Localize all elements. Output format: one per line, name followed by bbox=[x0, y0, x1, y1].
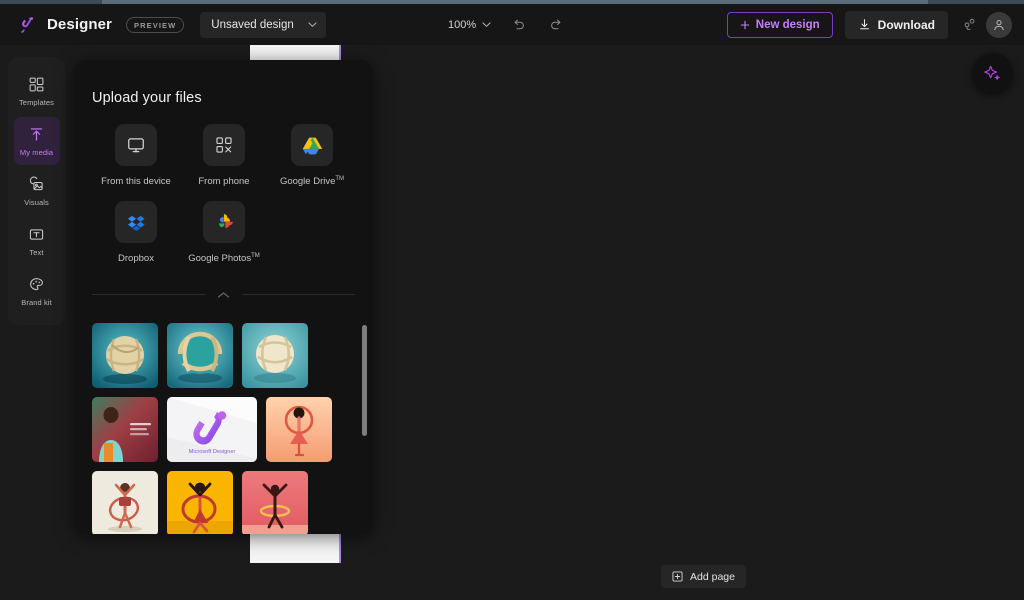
share-button[interactable] bbox=[956, 12, 982, 38]
undo-icon bbox=[514, 19, 524, 30]
sidebar-item-label: Brand kit bbox=[21, 297, 52, 307]
templates-grid-icon bbox=[29, 77, 44, 91]
media-thumbnail-yarn-ball-teal-1[interactable] bbox=[92, 323, 158, 388]
media-thumbnail-hoop-dancer-pink[interactable] bbox=[242, 471, 308, 534]
sidebar-item-label: Text bbox=[29, 247, 44, 257]
download-icon bbox=[859, 19, 869, 30]
media-thumbnail-hoop-dancer-cream[interactable] bbox=[92, 471, 158, 534]
design-name-dropdown[interactable]: Unsaved design bbox=[200, 11, 326, 38]
sidebar-item-my-media[interactable]: My media bbox=[13, 117, 60, 165]
upload-options-grid: From this device From phone Google Drive… bbox=[92, 124, 362, 278]
left-nav-rail: Templates My media Visuals Text Brand ki… bbox=[8, 57, 65, 325]
brand: Designer PREVIEW bbox=[18, 15, 185, 35]
upload-arrow-icon bbox=[30, 127, 43, 141]
upload-option-label: Google PhotosTM bbox=[188, 253, 260, 265]
collapse-uploads-button[interactable] bbox=[205, 288, 242, 303]
zoom-level-label: 100% bbox=[448, 18, 477, 31]
undo-button[interactable] bbox=[507, 14, 529, 36]
sidebar-item-label: Visuals bbox=[24, 197, 49, 207]
designer-logo-icon bbox=[18, 15, 38, 35]
chevron-down-icon bbox=[308, 22, 317, 27]
ai-sparkle-icon bbox=[983, 65, 1000, 81]
upload-option-label: Google DriveTM bbox=[279, 176, 345, 188]
bottom-bar bbox=[0, 563, 1024, 600]
add-page-button[interactable]: Add page bbox=[661, 565, 746, 588]
design-name-label: Unsaved design bbox=[211, 18, 294, 31]
panel-divider bbox=[92, 288, 355, 303]
my-media-panel: Upload your files From this device From … bbox=[74, 60, 373, 534]
preview-badge: PREVIEW bbox=[126, 16, 185, 33]
ai-assistant-button[interactable] bbox=[972, 53, 1013, 94]
media-thumbnails-grid: Microsoft Designer bbox=[74, 323, 373, 534]
designer-app-window: Designer PREVIEW Unsaved design 100% New… bbox=[0, 0, 1024, 600]
sidebar-item-visuals[interactable]: Visuals bbox=[14, 167, 60, 215]
media-thumbnail-microsoft-designer-logo[interactable]: Microsoft Designer bbox=[167, 397, 257, 462]
palette-icon bbox=[30, 277, 43, 290]
upload-option-label: From this device bbox=[101, 176, 171, 187]
sidebar-item-templates[interactable]: Templates bbox=[14, 67, 60, 115]
account-avatar-icon bbox=[994, 19, 1004, 30]
share-icon bbox=[964, 18, 974, 30]
google-photos-icon bbox=[203, 201, 245, 244]
upload-dropbox[interactable]: Dropbox bbox=[92, 201, 180, 264]
qr-code-icon bbox=[203, 124, 245, 166]
text-box-icon bbox=[29, 228, 44, 240]
top-right-actions: New design Download bbox=[726, 4, 1012, 45]
upload-option-label: From phone bbox=[198, 176, 250, 187]
dropbox-icon bbox=[115, 201, 157, 244]
account-button[interactable] bbox=[986, 11, 1012, 38]
media-thumbnail-person-gradient-card[interactable] bbox=[92, 397, 158, 462]
redo-button[interactable] bbox=[545, 14, 567, 36]
sidebar-item-text[interactable]: Text bbox=[14, 217, 60, 265]
redo-icon bbox=[550, 19, 561, 30]
upload-google-drive[interactable]: Google DriveTM bbox=[268, 124, 356, 187]
zoom-level-dropdown[interactable]: 100% bbox=[448, 19, 491, 31]
brand-name: Designer bbox=[47, 16, 112, 33]
chevron-up-icon bbox=[217, 292, 230, 298]
panel-title: Upload your files bbox=[92, 90, 202, 106]
zoom-controls: 100% bbox=[448, 4, 567, 45]
sidebar-item-label: Templates bbox=[18, 97, 55, 107]
new-design-button[interactable]: New design bbox=[726, 11, 833, 38]
upload-google-photos[interactable]: Google PhotosTM bbox=[180, 201, 268, 264]
media-thumbnail-yarn-ball-teal-2[interactable] bbox=[167, 323, 233, 388]
media-thumbnail-hoop-dancer-yellow[interactable] bbox=[167, 471, 233, 534]
media-thumbnails-scroll-area[interactable]: Microsoft Designer bbox=[74, 323, 373, 534]
media-thumbnail-ballerina-peach[interactable] bbox=[266, 397, 332, 462]
plus-square-icon bbox=[672, 571, 683, 582]
upload-from-phone[interactable]: From phone bbox=[180, 124, 268, 187]
add-page-label: Add page bbox=[690, 570, 735, 583]
plus-icon bbox=[740, 20, 750, 29]
upload-option-label: Dropbox bbox=[118, 253, 154, 265]
chevron-down-icon bbox=[482, 22, 491, 27]
sidebar-item-brand-kit[interactable]: Brand kit bbox=[14, 267, 60, 315]
thumbnail-caption: Microsoft Designer bbox=[189, 449, 236, 455]
download-button[interactable]: Download bbox=[844, 10, 948, 39]
download-label: Download bbox=[877, 17, 935, 32]
monitor-icon bbox=[115, 124, 157, 166]
visuals-image-icon bbox=[29, 176, 43, 190]
top-toolbar: Designer PREVIEW Unsaved design 100% New… bbox=[0, 4, 1024, 45]
media-thumbnail-yarn-ball-teal-3[interactable] bbox=[242, 323, 308, 388]
google-drive-icon bbox=[291, 124, 333, 166]
sidebar-item-label: My media bbox=[19, 147, 54, 157]
upload-from-this-device[interactable]: From this device bbox=[92, 124, 180, 187]
new-design-label: New design bbox=[755, 18, 820, 31]
media-scrollbar-thumb[interactable] bbox=[362, 325, 367, 436]
